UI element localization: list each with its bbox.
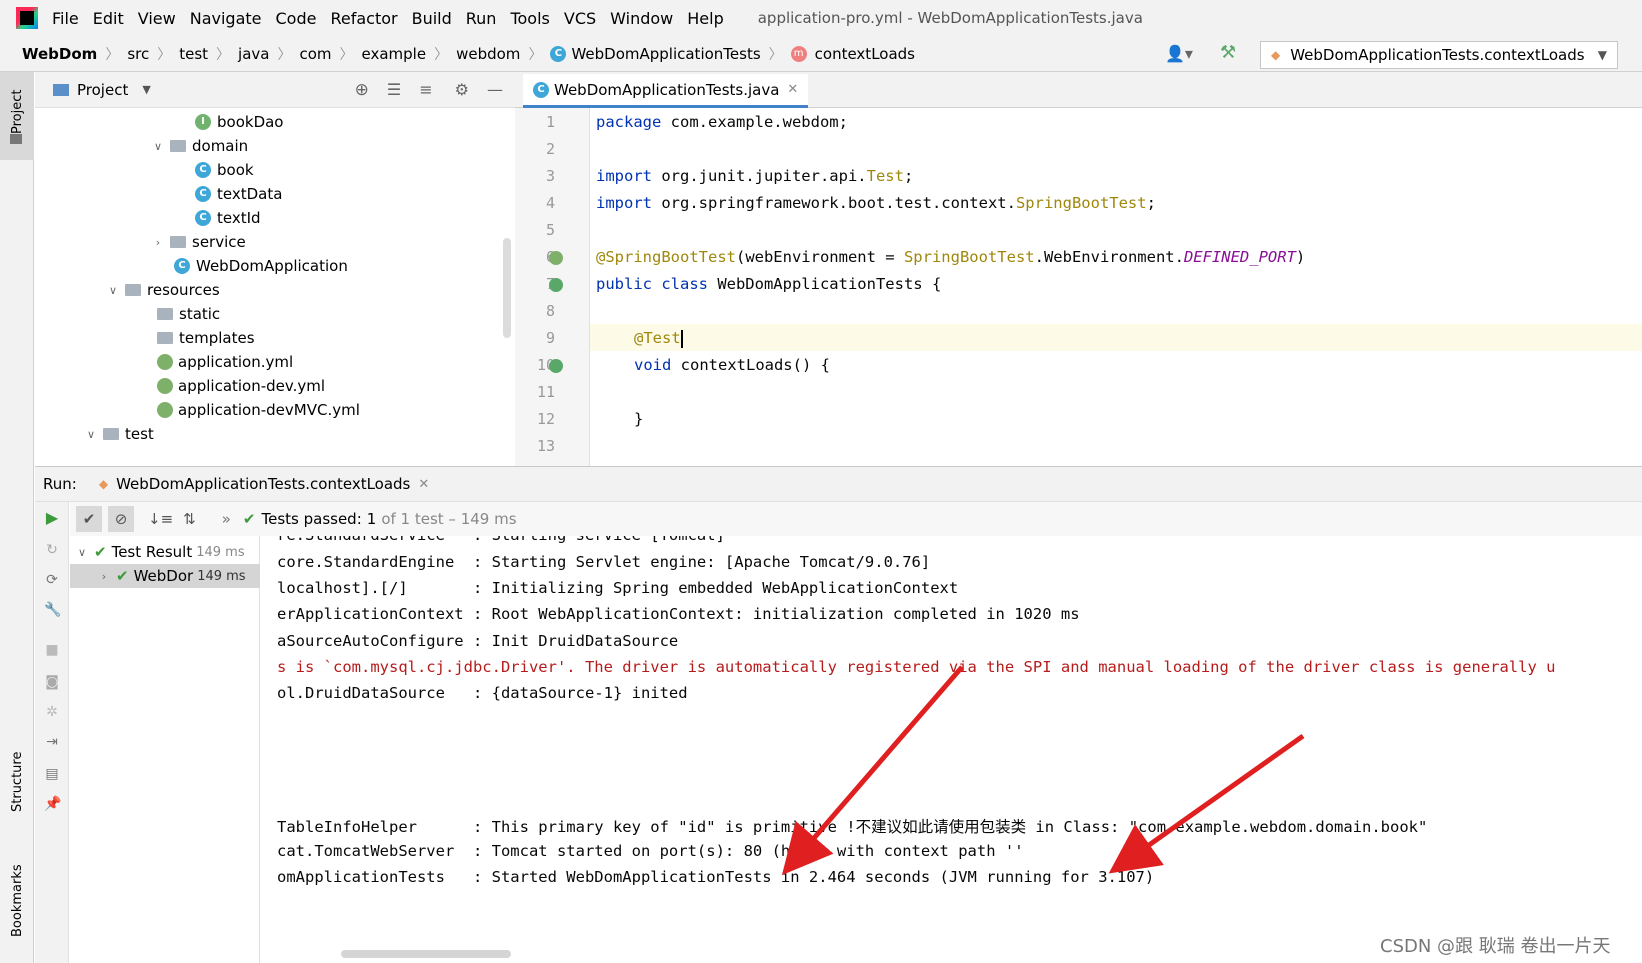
watermark: CSDN @跟 耿瑞 卷出一片天	[1380, 936, 1611, 957]
annotation-arrows	[781, 665, 1305, 876]
red-arrow-1	[781, 665, 964, 876]
red-arrow-2	[1108, 733, 1305, 874]
